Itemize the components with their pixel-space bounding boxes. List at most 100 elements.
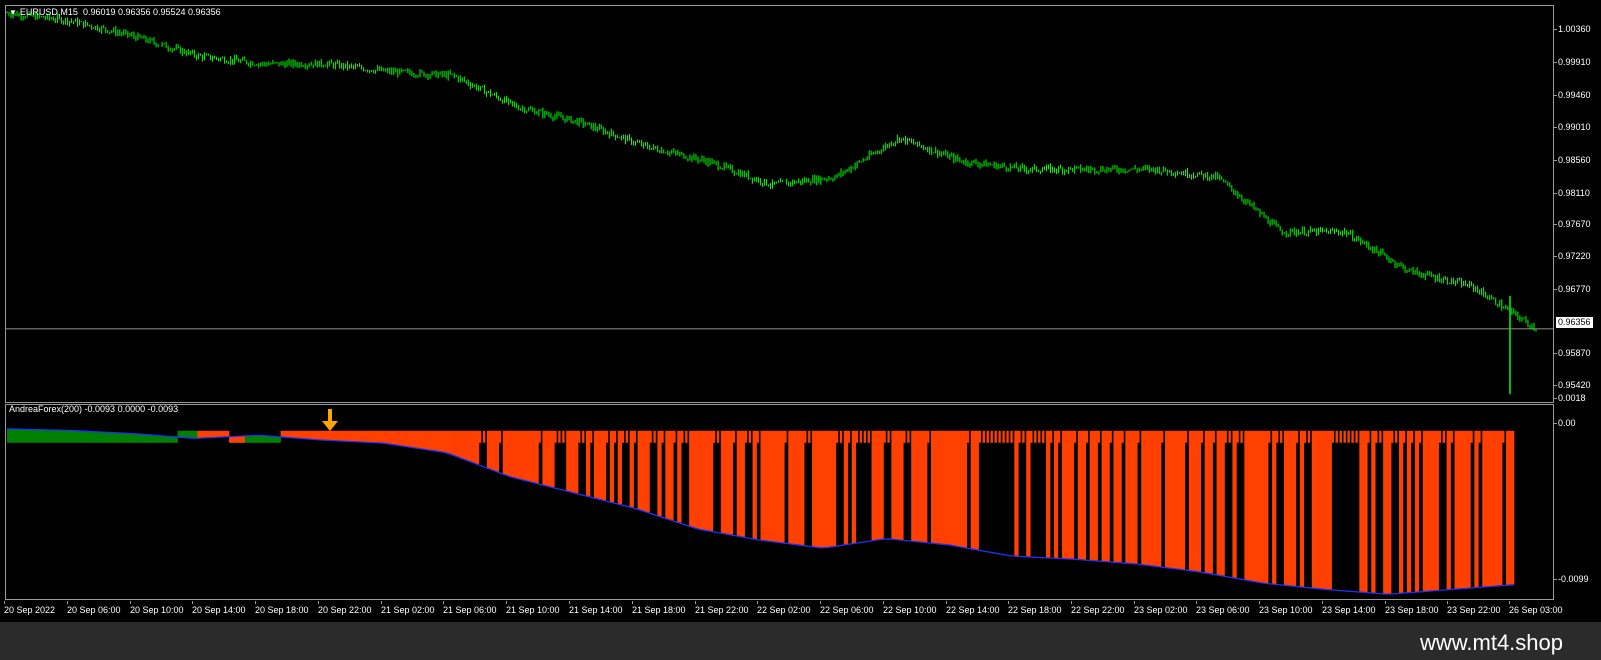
indicator-bar — [613, 430, 617, 443]
indicator-bar — [653, 430, 656, 443]
time-tick-label: 23 Sep 18:00 — [1385, 601, 1439, 615]
indicator-bar — [213, 430, 218, 438]
indicator-bar — [486, 430, 492, 469]
indicator-pane[interactable]: AndreaForex(200) -0.0093 0.0000 -0.0093 — [5, 404, 1554, 600]
indicator-bar — [522, 430, 527, 481]
indicator-bar — [744, 430, 748, 443]
indicator-bar — [395, 430, 400, 446]
indicator-bar — [843, 430, 849, 545]
indicator-bar — [205, 430, 210, 438]
indicator-bar — [867, 430, 870, 443]
indicator-bar — [1018, 430, 1021, 443]
indicator-tick-label: 0.00 — [1554, 418, 1576, 428]
indicator-bar — [1153, 430, 1158, 567]
indicator-bar — [1319, 430, 1324, 590]
indicator-bar — [720, 430, 726, 534]
indicator-bar — [1046, 430, 1051, 558]
indicator-bar — [609, 430, 615, 503]
indicator-bar — [1351, 430, 1354, 443]
indicator-scale[interactable]: 0.0018 0.00 -0.0099 — [1554, 393, 1601, 600]
price-chart-pane[interactable]: ▼ EURUSD,M15 0.96019 0.96356 0.95524 0.96… — [5, 5, 1554, 403]
indicator-bar — [276, 436, 281, 443]
indicator-bar — [546, 430, 551, 487]
time-tick-label: 20 Sep 06:00 — [67, 601, 121, 615]
indicator-bar — [978, 430, 981, 443]
indicator-bar — [649, 430, 652, 443]
time-axis[interactable]: 20 Sep 2022 20 Sep 06:00 20 Sep 10:00 20 Se… — [0, 601, 1601, 622]
indicator-bar — [1315, 430, 1320, 589]
indicator-bar — [78, 430, 83, 443]
indicator-bar — [189, 430, 194, 438]
indicator-bar — [407, 430, 412, 447]
indicator-bar — [903, 430, 906, 443]
time-tick-label: 26 Sep 03:00 — [1509, 601, 1563, 615]
indicator-bar — [1121, 430, 1124, 443]
indicator-bar — [823, 430, 829, 548]
indicator-bar — [673, 430, 676, 443]
indicator-bar — [447, 430, 452, 454]
indicator-bar — [724, 430, 730, 535]
indicator-bar — [950, 430, 956, 546]
indicator-bar — [1248, 430, 1253, 582]
price-chart-canvas[interactable] — [6, 6, 1553, 402]
indicator-bar — [716, 430, 720, 443]
indicator-bar — [244, 435, 250, 443]
indicator-bar — [958, 430, 964, 548]
indicator-bar — [784, 430, 787, 443]
indicator-bar — [1466, 430, 1471, 589]
indicator-bar — [633, 430, 636, 443]
indicator-bar — [1287, 430, 1293, 586]
triangle-down-icon[interactable]: ▼ — [9, 7, 17, 18]
indicator-bar — [804, 430, 807, 443]
indicator-bar — [518, 430, 523, 480]
price-tick-label: 0.95870 — [1554, 348, 1591, 358]
indicator-bar — [1450, 430, 1453, 443]
indicator-bar — [467, 430, 472, 461]
indicator-bar — [510, 430, 515, 478]
price-scale[interactable]: 1.00360 0.99910 0.99460 0.99010 0.98560 0.981… — [1554, 5, 1601, 403]
indicator-bar — [1014, 430, 1019, 557]
indicator-bar — [1117, 430, 1122, 563]
indicator-bar — [1283, 430, 1289, 586]
indicator-bar — [1371, 430, 1376, 594]
indicator-bar — [704, 430, 710, 531]
price-tick-label: 0.99910 — [1554, 57, 1591, 67]
indicator-bar — [788, 430, 793, 544]
indicator-bar — [839, 430, 843, 443]
indicator-bar — [1030, 430, 1033, 443]
arrow-down-icon — [322, 409, 338, 431]
indicator-bar — [625, 430, 629, 443]
indicator-bar — [1061, 430, 1067, 559]
indicator-bar — [1057, 430, 1061, 443]
indicator-bar — [1038, 430, 1041, 443]
indicator-bar — [514, 430, 519, 479]
indicator-bar — [629, 430, 634, 508]
indicator-bar — [962, 430, 968, 548]
indicator-bar — [308, 430, 313, 440]
indicator-bar — [1125, 430, 1130, 564]
indicator-bar — [86, 431, 91, 443]
indicator-bar — [1188, 430, 1194, 571]
indicator-bar — [538, 430, 541, 443]
indicator-bar — [209, 430, 214, 438]
indicator-bar — [455, 430, 460, 457]
indicator-bar — [582, 430, 585, 443]
indicator-bar — [431, 430, 436, 451]
indicator-bar — [470, 430, 476, 463]
indicator-canvas[interactable] — [6, 405, 1553, 599]
time-tick-label: 21 Sep 22:00 — [695, 601, 749, 615]
indicator-bar — [1264, 430, 1269, 584]
indicator-bar — [1430, 430, 1435, 591]
indicator-bar — [288, 430, 293, 438]
current-price-badge: 0.96356 — [1556, 317, 1593, 328]
indicator-bar — [54, 430, 59, 443]
indicator-bar — [740, 430, 745, 537]
indicator-bar — [125, 433, 131, 443]
indicator-bar — [1022, 430, 1025, 443]
indicator-bar — [895, 430, 900, 540]
indicator-bar — [435, 430, 440, 452]
indicator-bar — [1196, 430, 1202, 572]
indicator-bar — [141, 434, 147, 443]
indicator-bar — [562, 430, 565, 443]
indicator-bar — [923, 430, 928, 543]
